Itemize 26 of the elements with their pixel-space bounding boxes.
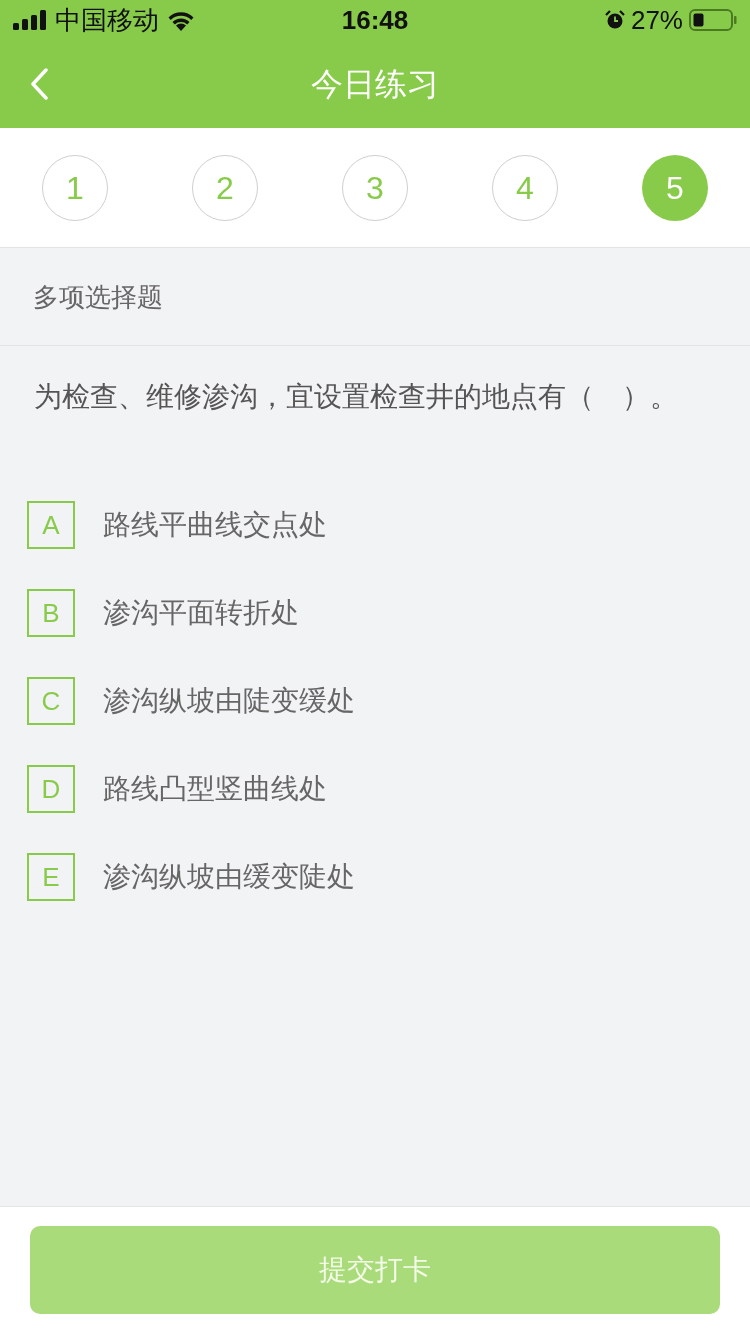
option-text[interactable]: 路线平曲线交点处 [103, 511, 327, 539]
carrier-name: 中国移动 [55, 7, 159, 33]
option-letter-box[interactable]: E [27, 853, 75, 901]
signal-icon [13, 10, 47, 30]
question-number-tab[interactable]: 2 [192, 154, 258, 221]
page-title: 今日练习 [311, 68, 439, 100]
clock-time: 16:48 [341, 7, 409, 33]
option-text[interactable]: 路线凸型竖曲线处 [103, 775, 327, 803]
back-icon[interactable] [30, 68, 48, 100]
option-text[interactable]: 渗沟平面转折处 [103, 599, 299, 627]
question-number-tab[interactable]: 3 [342, 154, 408, 221]
battery-percent: 27% [630, 7, 683, 33]
option-letter-box[interactable]: C [27, 677, 75, 725]
option-text[interactable]: 渗沟纵坡由缓变陡处 [103, 863, 355, 891]
option-letter-box[interactable]: B [27, 589, 75, 637]
question-number-tab[interactable]: 5 [642, 154, 708, 221]
battery-icon [689, 9, 737, 31]
question-text: 为检查、维修渗沟，宜设置检查井的地点有（ ）。 [34, 380, 679, 414]
question-number-tab[interactable]: 1 [42, 154, 108, 221]
option-text[interactable]: 渗沟纵坡由陡变缓处 [103, 687, 355, 715]
option-letter-box[interactable]: D [27, 765, 75, 813]
wifi-icon [167, 9, 195, 31]
option-letter-box[interactable]: A [27, 501, 75, 549]
question-type: 多项选择题 [33, 283, 163, 310]
question-number-tab[interactable]: 4 [492, 154, 558, 221]
alarm-icon [604, 10, 625, 30]
